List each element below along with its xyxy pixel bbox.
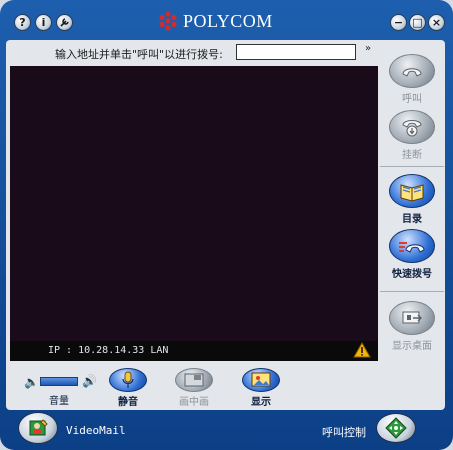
call-label: 呼叫 — [402, 94, 422, 105]
phone-icon — [402, 68, 422, 77]
minimize-button[interactable]: − — [390, 14, 407, 31]
hangup-button[interactable]: 挂断 — [380, 110, 444, 161]
restore-icon: □ — [412, 16, 423, 29]
expand-chevron-icon[interactable]: » — [365, 43, 371, 54]
mute-button[interactable]: 静音 — [104, 368, 152, 408]
pip-label: 画中画 — [179, 397, 209, 408]
help-button[interactable]: ? — [14, 14, 31, 31]
picture-in-picture-icon — [184, 373, 204, 387]
hangup-button-face — [389, 110, 435, 144]
polycom-logo: POLYCOM — [157, 9, 273, 33]
speed-dial-label: 快速拨号 — [392, 269, 432, 280]
directory-label: 目录 — [402, 214, 422, 225]
show-desktop-icon — [402, 311, 422, 324]
side-separator — [380, 291, 444, 292]
call-button[interactable]: 呼叫 — [380, 54, 444, 105]
call-control-label[interactable]: 呼叫控制 — [322, 424, 366, 440]
hangup-icon — [402, 120, 422, 137]
directory-button-face — [389, 174, 435, 208]
close-icon: × — [431, 16, 442, 29]
help-icon: ? — [19, 16, 26, 29]
display-label: 显示 — [251, 397, 271, 408]
call-control-button[interactable] — [376, 413, 416, 443]
address-label: 输入地址并单击"呼叫"以进行拨号: — [55, 48, 223, 61]
restore-button[interactable]: □ — [409, 14, 426, 31]
logo-text: POLYCOM — [183, 10, 273, 31]
show-desktop-button-face — [389, 301, 435, 335]
title-bar: ? i POLYCOM − □ × — [0, 0, 453, 40]
warning-icon[interactable] — [353, 342, 371, 358]
polycom-logo-icon — [159, 11, 177, 31]
volume-label: 音量 — [49, 396, 69, 407]
video-display — [10, 66, 378, 361]
show-desktop-button[interactable]: 显示桌面 — [380, 301, 444, 352]
pip-button[interactable]: 画中画 — [170, 368, 218, 408]
volume-slider[interactable] — [40, 377, 78, 386]
settings-button[interactable] — [56, 14, 73, 31]
close-button[interactable]: × — [428, 14, 445, 31]
videomail-icon — [29, 419, 48, 436]
videomail-label[interactable]: VideoMail — [66, 424, 126, 437]
display-icon — [251, 372, 271, 387]
minimize-icon: − — [393, 16, 404, 29]
show-desktop-label: 显示桌面 — [392, 341, 432, 352]
side-separator — [380, 166, 444, 167]
microphone-icon — [122, 371, 134, 388]
directory-book-icon — [400, 184, 424, 202]
display-button-face — [242, 368, 280, 392]
hangup-label: 挂断 — [402, 150, 422, 161]
videomail-button[interactable] — [18, 412, 58, 444]
wrench-icon — [60, 18, 69, 27]
directional-pad-icon — [385, 417, 407, 439]
ip-status-text: IP : 10.28.14.33 LAN — [48, 345, 169, 356]
speed-dial-button[interactable]: 快速拨号 — [380, 229, 444, 280]
volume-low-icon: 🔈 — [24, 375, 39, 389]
mute-label: 静音 — [118, 397, 138, 408]
display-button[interactable]: 显示 — [237, 368, 285, 408]
address-input[interactable] — [236, 44, 356, 60]
info-icon: i — [41, 16, 46, 29]
pip-button-face — [175, 368, 213, 392]
directory-button[interactable]: 目录 — [380, 174, 444, 225]
side-toolbar: 呼叫 挂断 目录 快速拨号 显示桌面 — [380, 46, 444, 360]
speed-dial-icon — [399, 242, 425, 253]
mute-button-face — [109, 368, 147, 392]
speed-dial-button-face — [389, 229, 435, 263]
call-button-face — [389, 54, 435, 88]
volume-high-icon: 🔊 — [82, 374, 97, 388]
info-button[interactable]: i — [35, 14, 52, 31]
